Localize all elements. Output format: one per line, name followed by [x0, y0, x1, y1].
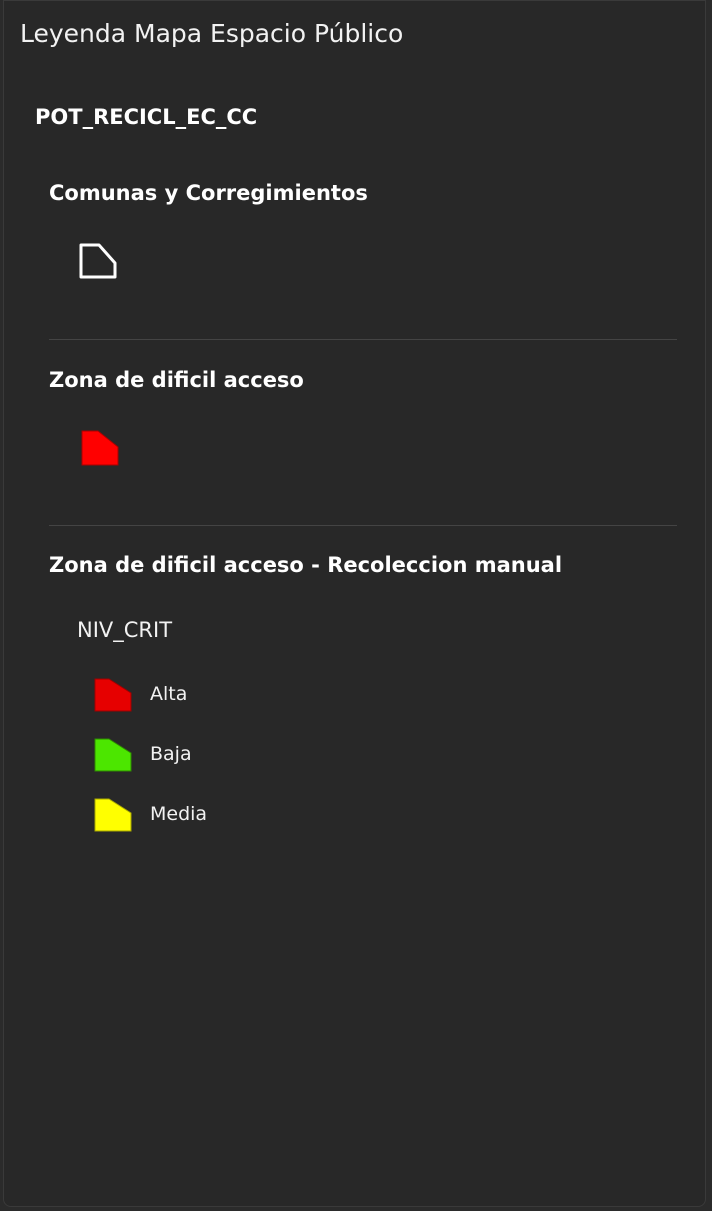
class-label-media: Media: [150, 803, 208, 825]
layer-title-recoleccion-manual: Zona de dificil acceso - Recoleccion man…: [49, 553, 563, 577]
service-layer-title: POT_RECICL_EC_CC: [35, 105, 258, 129]
class-label-baja: Baja: [150, 743, 192, 765]
polygon-filled-icon: [94, 738, 132, 772]
polygon-filled-icon: [81, 430, 119, 466]
layer-divider: [49, 339, 677, 340]
layer-title-comunas: Comunas y Corregimientos: [49, 181, 368, 205]
polygon-filled-icon: [94, 678, 132, 712]
panel-title: Leyenda Mapa Espacio Público: [20, 19, 404, 48]
layer-divider: [49, 525, 677, 526]
class-label-alta: Alta: [150, 683, 188, 705]
field-title: NIV_CRIT: [77, 618, 173, 642]
legend-panel: Leyenda Mapa Espacio Público POT_RECICL_…: [3, 0, 706, 1207]
layer-title-zona-dificil: Zona de dificil acceso: [49, 368, 304, 392]
polygon-outline-icon: [79, 243, 117, 279]
polygon-filled-icon: [94, 798, 132, 832]
